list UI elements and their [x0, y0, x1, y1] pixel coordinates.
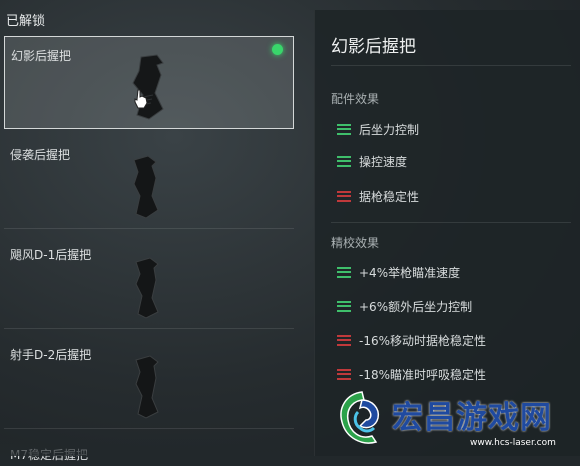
stat-bars-icon	[337, 334, 351, 346]
detail-title: 幻影后握把	[331, 37, 416, 57]
attachment-effect-handling: 操控速度	[337, 152, 407, 170]
attachment-effects-heading: 配件效果	[331, 92, 380, 106]
stat-label: -18%瞄准时呼吸稳定性	[359, 367, 487, 382]
grip-card-hurricane-d1[interactable]: 飓风D-1后握把	[4, 236, 294, 329]
stat-label: -16%移动时据枪稳定性	[359, 333, 487, 348]
tuning-effect-ads-speed: +4%举枪瞄准速度	[337, 263, 460, 281]
stat-bars-icon	[337, 190, 351, 202]
stat-label: +6%额外后坐力控制	[359, 299, 473, 314]
rear-grip-icon	[132, 54, 164, 120]
grip-card-shooter-d2[interactable]: 射手D-2后握把	[4, 336, 294, 429]
stat-label: +4%举枪瞄准速度	[359, 265, 461, 280]
attachment-effect-stability: 据枪稳定性	[337, 187, 419, 205]
tuning-effect-breath-stability: -18%瞄准时呼吸稳定性	[337, 365, 486, 383]
grip-card-name: 飓风D-1后握把	[10, 248, 92, 262]
unlocked-heading: 已解锁	[6, 14, 46, 29]
stat-label: 后坐力控制	[359, 122, 420, 137]
rear-grip-icon	[135, 257, 159, 319]
grip-card-phantom[interactable]: 幻影后握把	[4, 36, 294, 129]
grip-card-raid[interactable]: 侵袭后握把	[4, 136, 294, 229]
grip-card-name: 射手D-2后握把	[10, 348, 92, 362]
attachment-effect-recoil: 后坐力控制	[337, 120, 419, 138]
rear-grip-icon	[133, 155, 159, 219]
grip-card-name: 侵袭后握把	[10, 148, 71, 162]
list-fade	[0, 430, 300, 456]
stat-bars-icon	[337, 300, 351, 312]
divider	[331, 222, 571, 223]
dragon-logo-icon	[340, 391, 380, 444]
stat-bars-icon	[337, 155, 351, 167]
grip-list: 幻影后握把 侵袭后握把 飓风D-1后握把 射手D-2后握把 M7稳定后握把	[0, 34, 300, 462]
watermark-url: www.hcs-laser.com	[470, 438, 556, 448]
divider	[331, 65, 571, 66]
watermark-title: 宏昌游戏网	[392, 400, 552, 436]
stat-bars-icon	[337, 123, 351, 135]
equipped-dot-icon	[272, 44, 283, 55]
tuning-effects-heading: 精校效果	[331, 236, 380, 250]
stat-label: 据枪稳定性	[359, 189, 420, 204]
stat-label: 操控速度	[359, 154, 408, 169]
stat-bars-icon	[337, 266, 351, 278]
hand-cursor-icon	[134, 89, 148, 109]
rear-grip-icon	[135, 355, 159, 419]
tuning-effect-extra-recoil: +6%额外后坐力控制	[337, 297, 472, 315]
stat-bars-icon	[337, 368, 351, 380]
tuning-effect-moving-stability: -16%移动时据枪稳定性	[337, 331, 486, 349]
grip-card-name: 幻影后握把	[11, 49, 72, 63]
